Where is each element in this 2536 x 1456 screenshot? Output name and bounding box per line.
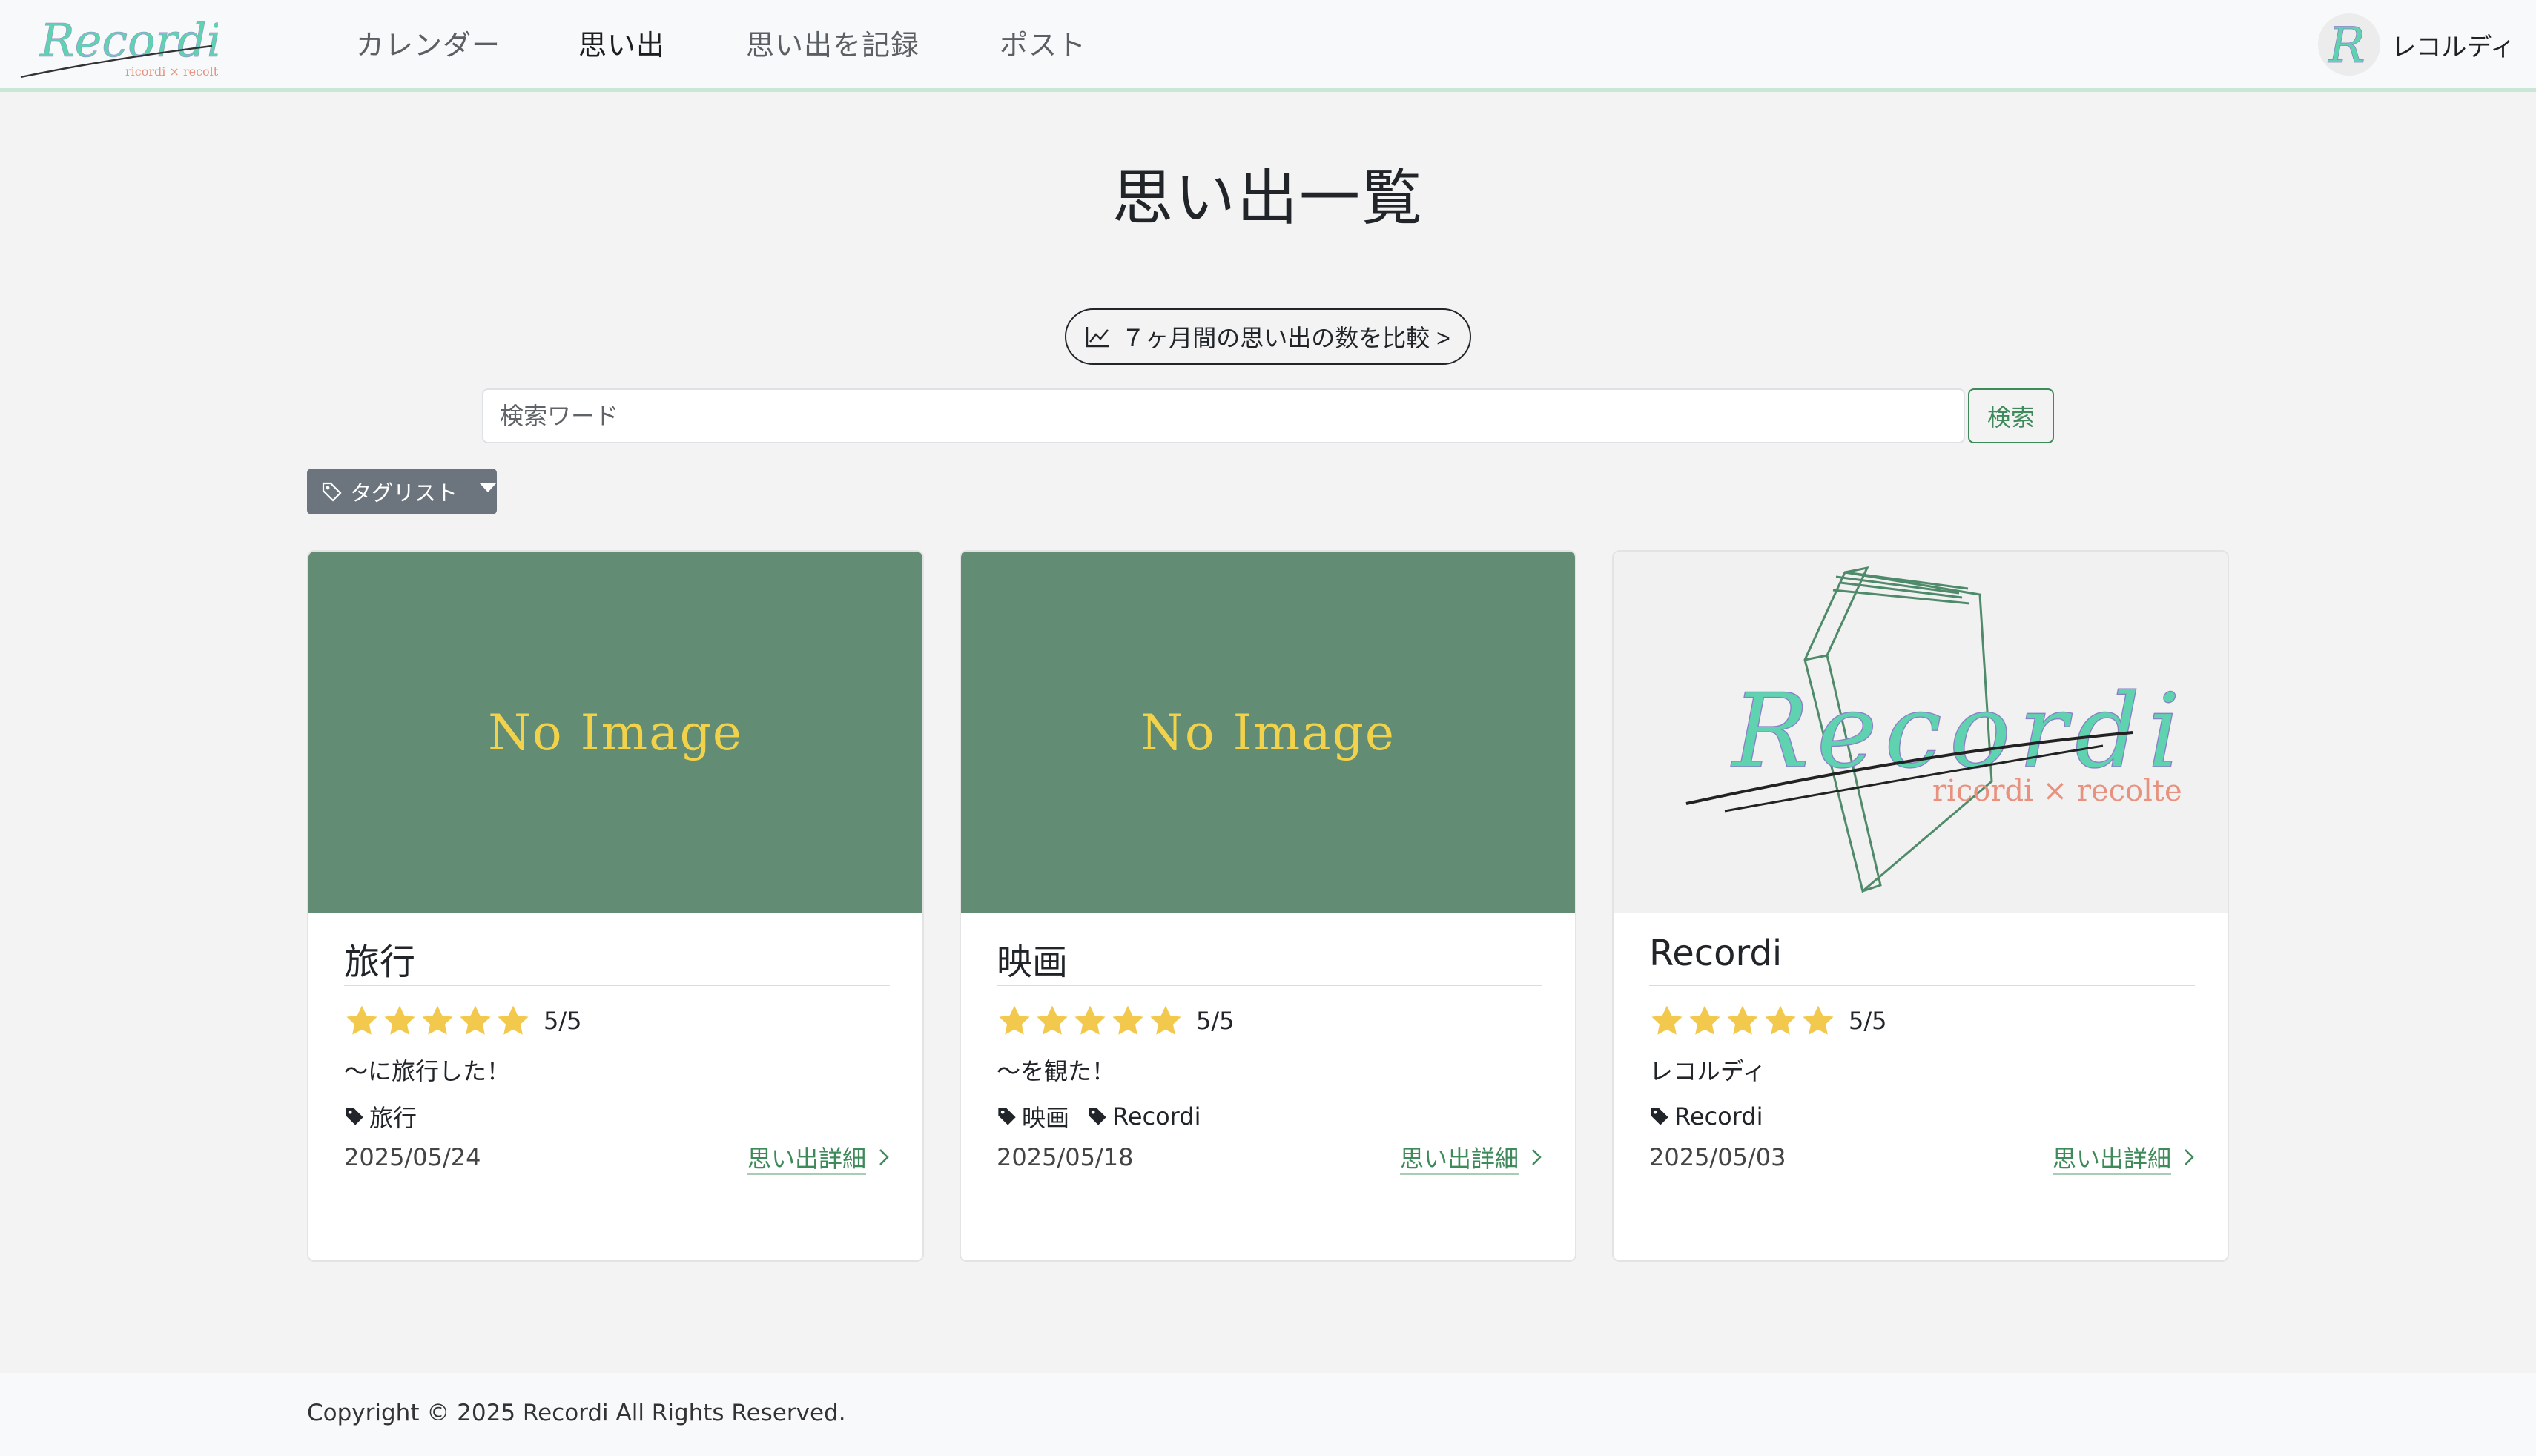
rating-value: 5/5	[1849, 1007, 1887, 1035]
star-icon	[384, 1005, 415, 1035]
memory-card: No Image 映画 5/5 〜を観た！ 映画 Recordi 2025/05/…	[960, 550, 1576, 1262]
card-title: 旅行	[344, 933, 890, 986]
nav-memories[interactable]: 思い出	[578, 22, 665, 63]
memory-card: No Image 旅行 5/5 〜に旅行した！ 旅行 2025/05/24 思い…	[307, 550, 924, 1262]
chevron-down-icon	[480, 483, 497, 492]
star-icon	[1150, 1005, 1181, 1035]
star-icon	[1689, 1005, 1720, 1035]
star-icon	[1112, 1005, 1143, 1035]
tag-chip[interactable]: 旅行	[344, 1099, 417, 1134]
memory-detail-label: 思い出詳細	[2052, 1145, 2171, 1173]
brand-tagline: ricordi × recolte	[125, 64, 218, 79]
search-button[interactable]: 検索	[1968, 388, 2054, 443]
tag-icon	[1089, 1108, 1106, 1125]
card-footer: 2025/05/24 思い出詳細	[344, 1139, 890, 1176]
tags-icon	[322, 482, 342, 502]
chevron-right-icon	[1532, 1149, 1542, 1165]
star-icon	[422, 1005, 453, 1035]
star-icon	[460, 1005, 491, 1035]
card-footer: 2025/05/03 思い出詳細	[1649, 1139, 2195, 1176]
card-date: 2025/05/03	[1649, 1143, 1786, 1171]
no-image-text: No Image	[488, 704, 743, 761]
tag-icon	[346, 1108, 363, 1125]
user-menu[interactable]: R レコルディ	[2318, 13, 2515, 76]
card-date: 2025/05/18	[997, 1143, 1134, 1171]
star-icon	[1074, 1005, 1106, 1035]
tag-icon	[1651, 1108, 1668, 1125]
line-chart-icon	[1086, 327, 1110, 348]
no-image-text: No Image	[1140, 704, 1396, 761]
memory-detail-link[interactable]: 思い出詳細	[2053, 1140, 2195, 1174]
search-input[interactable]	[482, 388, 1965, 443]
compare-chart-label: ７ヶ月間の思い出の数を比較 >	[1121, 325, 1450, 351]
star-icon	[1803, 1005, 1834, 1035]
tag-chip[interactable]: 映画	[997, 1099, 1069, 1134]
copyright-text: Copyright © 2025 Recordi All Rights Rese…	[307, 1400, 846, 1426]
star-icon	[1727, 1005, 1758, 1035]
avatar: R	[2318, 13, 2381, 76]
card-footer: 2025/05/18 思い出詳細	[997, 1139, 1542, 1176]
star-icon	[498, 1005, 529, 1035]
no-image-placeholder: No Image	[961, 552, 1575, 913]
star-rating: 5/5	[997, 999, 1542, 1042]
card-body: 旅行 5/5 〜に旅行した！ 旅行 2025/05/24 思い出詳細	[344, 913, 890, 1176]
star-rating: 5/5	[1649, 999, 2195, 1042]
brand-logo[interactable]: Recordi ricordi × recolte	[18, 7, 225, 85]
avatar-letter: R	[2328, 17, 2365, 74]
compare-chart-button[interactable]: ７ヶ月間の思い出の数を比較 >	[1065, 308, 1471, 365]
card-tags: 旅行	[344, 1099, 890, 1134]
tag-list-dropdown[interactable]: タグリスト	[307, 469, 497, 514]
page-footer: Copyright © 2025 Recordi All Rights Rese…	[0, 1373, 2536, 1456]
rating-value: 5/5	[1196, 1007, 1235, 1035]
rating-value: 5/5	[544, 1007, 582, 1035]
tag-label: 旅行	[369, 1104, 417, 1132]
tag-list-label: タグリスト	[350, 480, 458, 506]
card-description: 〜を観た！	[997, 1057, 1116, 1085]
brand-name: Recordi	[39, 13, 218, 67]
chevron-right-icon	[879, 1149, 889, 1165]
card-date: 2025/05/24	[344, 1143, 481, 1171]
chevron-right-icon	[2185, 1149, 2194, 1165]
card-description: 〜に旅行した！	[344, 1057, 511, 1085]
memory-detail-link[interactable]: 思い出詳細	[747, 1140, 890, 1174]
card-tags: Recordi	[1649, 1099, 2195, 1134]
memory-card: Recordi ricordi × recolte Recordi 5/5 レコ…	[1612, 550, 2229, 1262]
star-rating: 5/5	[344, 999, 890, 1042]
card-image-logo: Recordi ricordi × recolte	[1614, 552, 2228, 913]
tag-chip[interactable]: Recordi	[1649, 1102, 1763, 1131]
tag-label: Recordi	[1674, 1102, 1763, 1131]
top-navbar: Recordi ricordi × recolte カレンダー 思い出 思い出を…	[0, 0, 2536, 92]
star-icon	[1765, 1005, 1796, 1035]
card-body: Recordi 5/5 レコルディ Recordi 2025/05/03 思い出…	[1649, 913, 2195, 1176]
memory-detail-link[interactable]: 思い出詳細	[1400, 1140, 1542, 1174]
card-title: 映画	[997, 933, 1542, 986]
star-icon	[1651, 1005, 1683, 1035]
card-tags: 映画 Recordi	[997, 1099, 1542, 1134]
logo-tagline: ricordi × recolte	[1932, 774, 2182, 808]
tag-icon	[998, 1108, 1016, 1125]
card-title: Recordi	[1649, 933, 2195, 986]
nav-post[interactable]: ポスト	[1000, 22, 1086, 63]
star-icon	[1037, 1005, 1068, 1035]
tag-chip[interactable]: Recordi	[1087, 1102, 1201, 1131]
logo-text: Recordi	[1730, 672, 2187, 791]
nav-record-memory[interactable]: 思い出を記録	[746, 22, 919, 63]
memory-detail-label: 思い出詳細	[747, 1145, 866, 1173]
nav-calendar[interactable]: カレンダー	[356, 22, 501, 63]
tag-label: Recordi	[1112, 1102, 1201, 1131]
star-icon	[999, 1005, 1030, 1035]
card-description: レコルディ	[1649, 1057, 1766, 1085]
page-title: 思い出一覧	[1112, 163, 1424, 234]
card-body: 映画 5/5 〜を観た！ 映画 Recordi 2025/05/18 思い出詳細	[997, 913, 1542, 1176]
no-image-placeholder: No Image	[308, 552, 922, 913]
memory-detail-label: 思い出詳細	[1399, 1145, 1519, 1173]
star-icon	[346, 1005, 377, 1035]
tag-label: 映画	[1022, 1104, 1070, 1132]
user-name: レコルディ	[2391, 32, 2515, 62]
